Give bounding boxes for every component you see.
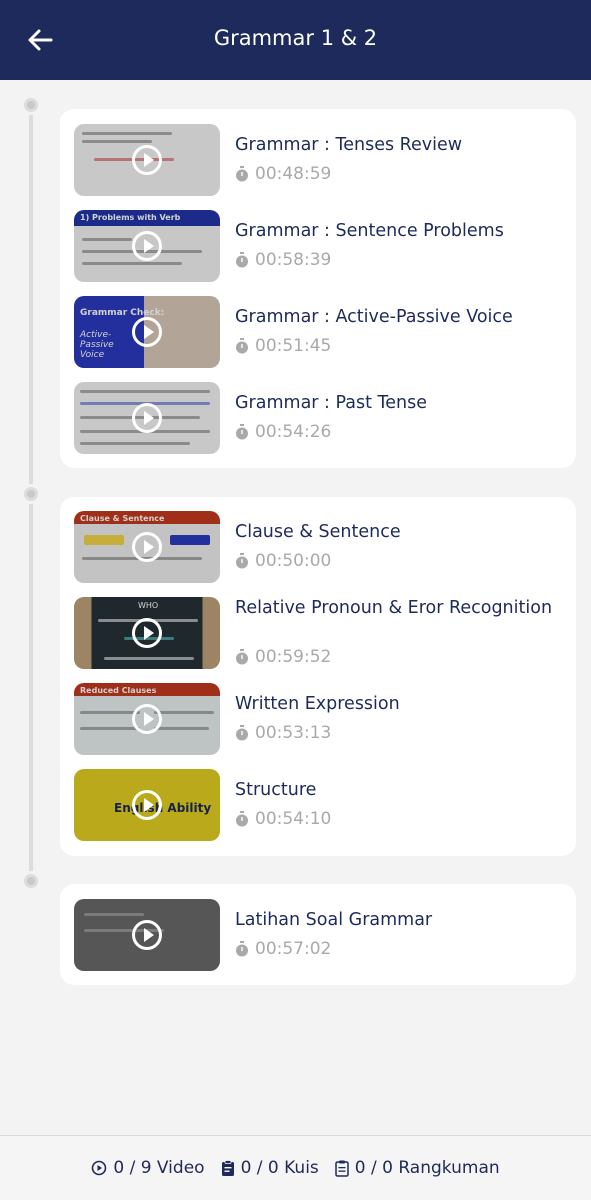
- video-duration: 00:58:39: [235, 250, 331, 270]
- video-title: Grammar : Tenses Review: [235, 135, 463, 155]
- video-item[interactable]: Latihan Soal Grammar 00:57:02: [74, 899, 564, 971]
- quiz-count: 0 / 0 Kuis: [221, 1158, 319, 1178]
- video-thumbnail[interactable]: Reduced Clauses: [74, 683, 220, 755]
- stopwatch-icon: [236, 338, 248, 354]
- video-title: Relative Pronoun & Eror Recognition: [235, 598, 553, 618]
- play-circle-icon: [92, 1160, 107, 1176]
- app-bar: Grammar 1 & 2: [0, 0, 591, 80]
- video-thumbnail[interactable]: [74, 382, 220, 454]
- video-thumbnail[interactable]: [74, 124, 220, 196]
- video-thumbnail[interactable]: 1) Problems with Verb: [74, 210, 220, 282]
- play-icon: [132, 618, 162, 648]
- page-title: Grammar 1 & 2: [213, 26, 378, 50]
- summary-count: 0 / 0 Rangkuman: [335, 1158, 500, 1178]
- document-icon: [335, 1160, 349, 1177]
- stopwatch-icon: [236, 553, 248, 569]
- play-icon: [132, 704, 162, 734]
- play-icon: [132, 317, 162, 347]
- play-icon: [132, 145, 162, 175]
- video-duration: 00:53:13: [235, 723, 331, 743]
- video-item[interactable]: Clause & Sentence Clause & Sentence 00:5…: [74, 511, 564, 583]
- video-title: Grammar : Past Tense: [235, 393, 428, 413]
- section-card-2: Clause & Sentence Clause & Sentence 00:5…: [60, 497, 576, 856]
- play-icon: [132, 403, 162, 433]
- video-item[interactable]: Grammar : Tenses Review 00:48:59: [74, 124, 564, 196]
- video-duration: 00:59:52: [235, 647, 331, 667]
- stopwatch-icon: [236, 252, 248, 268]
- stopwatch-icon: [236, 166, 248, 182]
- video-item[interactable]: 1) Problems with Verb Grammar : Sentence…: [74, 210, 564, 282]
- timeline-dot: [21, 484, 41, 504]
- section-card-3: Latihan Soal Grammar 00:57:02: [60, 884, 576, 985]
- video-thumbnail[interactable]: Grammar Check: Active-Passive Voice: [74, 296, 220, 368]
- play-icon: [132, 920, 162, 950]
- play-icon: [132, 790, 162, 820]
- play-icon: [132, 532, 162, 562]
- video-title: Clause & Sentence: [235, 522, 401, 542]
- video-item[interactable]: Grammar Check: Active-Passive Voice Gram…: [74, 296, 564, 368]
- video-duration: 00:54:26: [235, 422, 331, 442]
- stopwatch-icon: [236, 811, 248, 827]
- video-title: Structure: [235, 780, 317, 800]
- video-item[interactable]: English Ability Structure 00:54:10: [74, 769, 564, 841]
- video-item[interactable]: WHO Relative Pronoun & Eror Recognition …: [74, 597, 564, 669]
- video-title: Latihan Soal Grammar: [235, 910, 433, 930]
- clipboard-icon: [221, 1159, 234, 1176]
- video-thumbnail[interactable]: WHO: [74, 597, 220, 669]
- stopwatch-icon: [236, 941, 248, 957]
- progress-footer: 0 / 9 Video 0 / 0 Kuis 0 / 0 Rangkuman: [0, 1135, 591, 1200]
- video-duration: 00:57:02: [235, 939, 331, 959]
- stopwatch-icon: [236, 649, 248, 665]
- video-title: Grammar : Sentence Problems: [235, 221, 504, 241]
- video-thumbnail[interactable]: English Ability: [74, 769, 220, 841]
- video-title: Written Expression: [235, 694, 400, 714]
- video-duration: 00:48:59: [235, 164, 331, 184]
- stopwatch-icon: [236, 424, 248, 440]
- video-duration: 00:54:10: [235, 809, 331, 829]
- stopwatch-icon: [236, 725, 248, 741]
- video-duration: 00:51:45: [235, 336, 331, 356]
- video-count: 0 / 9 Video: [91, 1158, 205, 1178]
- timeline-dot: [21, 871, 41, 891]
- section-card-1: Grammar : Tenses Review 00:48:59 1) Prob…: [60, 109, 576, 468]
- video-title: Grammar : Active-Passive Voice: [235, 307, 513, 327]
- video-item[interactable]: Reduced Clauses Written Expression 00:53…: [74, 683, 564, 755]
- video-item[interactable]: Grammar : Past Tense 00:54:26: [74, 382, 564, 454]
- timeline-dot: [21, 95, 41, 115]
- video-thumbnail[interactable]: [74, 899, 220, 971]
- video-duration: 00:50:00: [235, 551, 331, 571]
- video-thumbnail[interactable]: Clause & Sentence: [74, 511, 220, 583]
- play-icon: [132, 231, 162, 261]
